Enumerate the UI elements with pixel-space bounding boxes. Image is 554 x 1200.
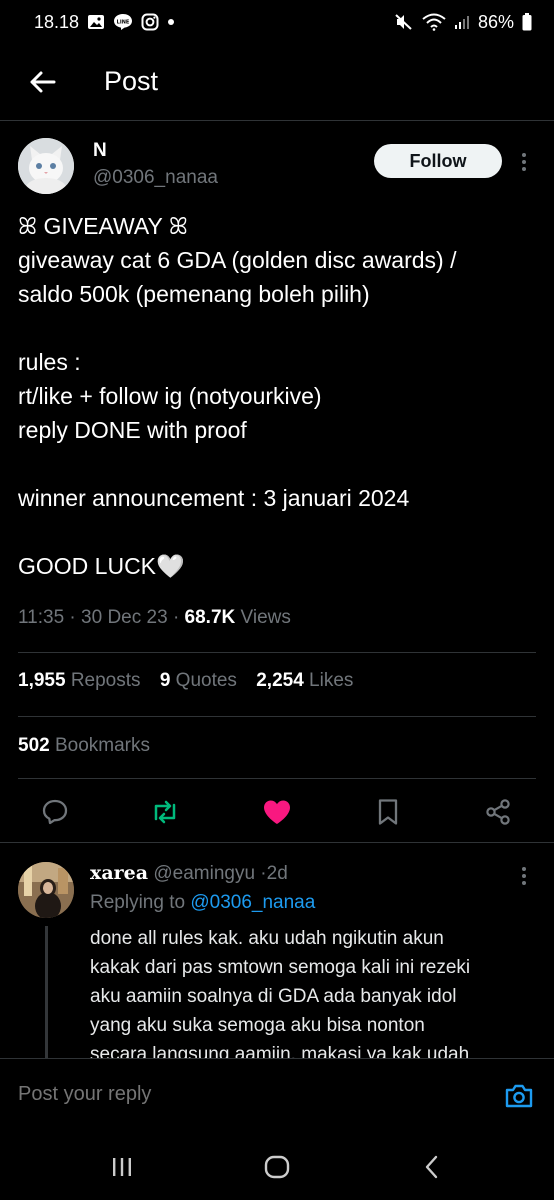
gallery-icon (87, 14, 105, 30)
post-line: winner announcement : 3 januari 2024 (18, 485, 410, 511)
status-bar: 18.18 LINE 86% (0, 0, 554, 44)
recent-apps-icon[interactable] (102, 1150, 142, 1184)
actions-divider (0, 842, 554, 843)
post-line: rt/like + follow ig (notyourkive) (18, 383, 322, 409)
post-line: ꕤ GIVEAWAY ꕤ (18, 213, 188, 239)
reposts-count: 1,955 (18, 670, 66, 691)
reply-line: kakak dari pas smtown semoga kali ini re… (90, 957, 471, 978)
repost-icon[interactable] (147, 794, 183, 830)
likes-label: Likes (309, 670, 354, 691)
reposts-label: Reposts (70, 670, 141, 691)
reply-more-options-icon[interactable] (516, 864, 532, 888)
instagram-icon (141, 13, 159, 31)
svg-text:LINE: LINE (117, 20, 130, 26)
likes-stat[interactable]: 2,254 Likes (256, 670, 353, 691)
header-divider (0, 120, 554, 121)
reply-author-name[interactable]: xarea (90, 862, 148, 884)
follow-button[interactable]: Follow (374, 144, 502, 178)
post-line: giveaway cat 6 GDA (golden disc awards) … (18, 247, 457, 273)
signal-icon (454, 14, 470, 30)
views-count[interactable]: 68.7K (185, 607, 236, 628)
bookmarks-count: 502 (18, 735, 50, 756)
replying-to-label: Replying to (90, 892, 186, 913)
reply-line: done all rules kak. aku udah ngikutin ak… (90, 928, 444, 949)
post-blank-line (18, 311, 538, 345)
reply-line: yang aku suka semoga aku bisa nonton (90, 1015, 425, 1036)
replying-to-mention[interactable]: @0306_nanaa (190, 892, 315, 913)
heart-icon[interactable] (259, 794, 295, 830)
bookmarks-label: Bookmarks (54, 735, 151, 756)
meta-divider (18, 652, 536, 653)
author-name[interactable]: N (93, 140, 107, 162)
comment-icon[interactable] (37, 794, 73, 830)
engagement-stats: 1,955 Reposts 9 Quotes 2,254 Likes (18, 670, 367, 692)
more-options-icon[interactable] (516, 150, 532, 174)
author-avatar[interactable] (18, 138, 74, 194)
bookmarks-stat[interactable]: 502 Bookmarks (18, 735, 150, 757)
post-date: 30 Dec 23 (81, 607, 168, 628)
status-right: 86% (394, 12, 532, 33)
post-line: rules : (18, 349, 81, 375)
status-time: 18.18 (34, 11, 80, 32)
wifi-icon (422, 13, 446, 31)
post-blank-line (18, 447, 538, 481)
reply-header: xarea @eamingyu ·2d (90, 862, 288, 885)
post-line: reply DONE with proof (18, 417, 247, 443)
notification-dot-icon (167, 18, 175, 26)
author-handle[interactable]: @0306_nanaa (93, 167, 218, 189)
likes-count: 2,254 (256, 670, 304, 691)
system-navigation-bar (0, 1134, 554, 1200)
back-arrow-icon[interactable] (24, 64, 60, 100)
quotes-stat[interactable]: 9 Quotes (160, 670, 237, 691)
status-left: 18.18 LINE (34, 12, 175, 33)
bookmark-icon[interactable] (370, 794, 406, 830)
post-meta: 11:35 · 30 Dec 23 · 68.7K Views (18, 607, 291, 629)
camera-icon[interactable] (502, 1079, 536, 1113)
battery-percent: 86% (477, 11, 514, 32)
mute-icon (394, 13, 414, 31)
reply-author-handle[interactable]: @eamingyu (153, 863, 255, 884)
post-blank-line (18, 515, 538, 549)
reply-composer (0, 1058, 554, 1134)
post-line: saldo 500k (pemenang boleh pilih) (18, 281, 370, 307)
quotes-label: Quotes (175, 670, 237, 691)
reposts-stat[interactable]: 1,955 Reposts (18, 670, 141, 691)
reply-age: 2d (266, 863, 288, 884)
quotes-count: 9 (159, 670, 171, 691)
reply-avatar[interactable] (18, 862, 74, 918)
reply-text[interactable]: done all rules kak. aku udah ngikutin ak… (90, 924, 540, 1059)
meta-separator: · (172, 607, 185, 628)
stats-divider (18, 716, 536, 717)
reply-line: aku aamiin soalnya di GDA ada banyak ido… (90, 986, 457, 1007)
views-label[interactable]: Views (241, 607, 291, 628)
top-app-bar: Post (0, 50, 554, 114)
action-bar (0, 794, 554, 834)
reply-input[interactable] (18, 1083, 458, 1106)
line-app-icon: LINE (113, 13, 133, 31)
reply-line: secara langsung aamiin, makasi ya kak ud… (90, 1044, 470, 1059)
replying-to: Replying to @0306_nanaa (90, 892, 315, 914)
share-icon[interactable] (480, 794, 516, 830)
back-nav-icon[interactable] (412, 1150, 452, 1184)
post-text: ꕤ GIVEAWAY ꕤ giveaway cat 6 GDA (golden … (18, 209, 538, 583)
battery-icon (522, 13, 532, 31)
bookmarks-divider (18, 778, 536, 779)
meta-separator: · (69, 607, 82, 628)
thread-connector (45, 926, 48, 1060)
post-time: 11:35 (18, 607, 65, 628)
home-icon[interactable] (257, 1150, 297, 1184)
page-title: Post (104, 66, 159, 96)
post-line: GOOD LUCK🤍 (18, 553, 185, 579)
